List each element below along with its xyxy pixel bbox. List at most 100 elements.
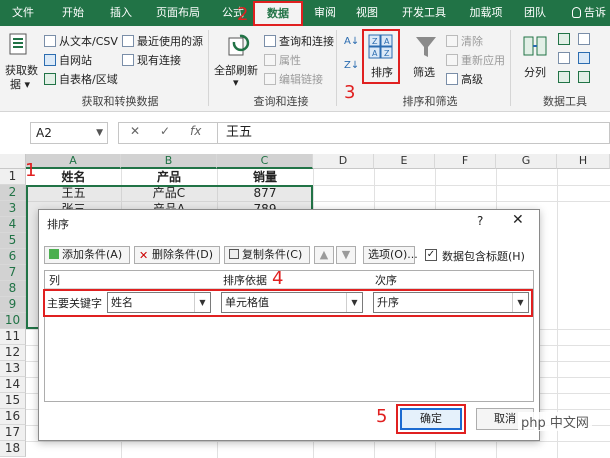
row-header[interactable]: 18 (0, 441, 26, 457)
column-header-c[interactable]: C (217, 154, 313, 169)
row-header[interactable]: 12 (0, 345, 26, 361)
edit-links-button[interactable]: 编辑链接 (264, 71, 323, 87)
has-headers-checkbox[interactable]: ✓ (425, 249, 437, 261)
column-header-a[interactable]: A (26, 154, 121, 169)
tab-data[interactable]: 数据 (253, 1, 303, 26)
row-header[interactable]: 17 (0, 425, 26, 441)
select-all-corner[interactable] (0, 154, 26, 169)
row-header[interactable]: 3 (0, 201, 26, 217)
row-header[interactable]: 11 (0, 329, 26, 345)
row-header[interactable]: 10 (0, 313, 26, 329)
delete-level-button[interactable]: ✕ 删除条件(D) (134, 246, 220, 264)
recent-sources-button[interactable]: 最近使用的源 (122, 33, 203, 49)
row-header[interactable]: 14 (0, 377, 26, 393)
properties-button[interactable]: 属性 (264, 52, 301, 68)
advanced-filter-button[interactable]: 高级 (446, 71, 483, 87)
advanced-filter-icon (446, 73, 458, 85)
tab-team[interactable]: 团队 (518, 0, 552, 26)
manage-data-model-button[interactable] (578, 71, 593, 84)
insert-function-button[interactable]: fx (190, 124, 201, 138)
from-text-button[interactable]: 从文本/CSV (44, 33, 118, 49)
row-header[interactable]: 13 (0, 361, 26, 377)
group-label-data-tools: 数据工具 (543, 95, 587, 108)
tab-file[interactable]: 文件 (6, 0, 40, 26)
get-data-dropdown[interactable]: 据 ▾ (10, 76, 30, 92)
row-header[interactable]: 2 (0, 185, 26, 201)
close-button[interactable]: ✕ (512, 212, 524, 228)
column-header-h[interactable]: H (557, 154, 610, 169)
cell-a3[interactable]: 张三 (26, 201, 121, 209)
column-header-e[interactable]: E (374, 154, 435, 169)
cell-a1[interactable]: 姓名 (26, 169, 121, 185)
row-header[interactable]: 16 (0, 409, 26, 425)
options-button[interactable]: 选项(O)... (363, 246, 418, 264)
globe-icon (44, 54, 56, 66)
tab-developer[interactable]: 开发工具 (394, 0, 454, 26)
data-validation-button[interactable] (558, 71, 573, 84)
consolidate-button[interactable] (578, 33, 593, 46)
reapply-button[interactable]: 重新应用 (446, 52, 505, 68)
connection-icon (122, 54, 134, 66)
move-up-button[interactable]: ▲ (314, 246, 334, 264)
cell-c1[interactable]: 销量 (217, 169, 313, 185)
refresh-all-dropdown[interactable]: ▾ (233, 76, 239, 89)
row-header[interactable]: 6 (0, 249, 26, 265)
get-data-icon (9, 33, 27, 55)
row-header[interactable]: 7 (0, 265, 26, 281)
chevron-down-icon[interactable]: ▼ (96, 123, 103, 143)
clear-filter-button[interactable]: 清除 (446, 33, 483, 49)
row-header[interactable]: 4 (0, 217, 26, 233)
column-header-b[interactable]: B (121, 154, 217, 169)
column-header-d[interactable]: D (313, 154, 374, 169)
tab-home[interactable]: 开始 (56, 0, 90, 26)
move-down-button[interactable]: ▼ (336, 246, 356, 264)
ribbon-separator (510, 30, 511, 106)
column-header-g[interactable]: G (496, 154, 557, 169)
row-header[interactable]: 1 (0, 169, 26, 185)
sort-za-button[interactable]: Z↓ (344, 60, 359, 71)
row-header[interactable]: 15 (0, 393, 26, 409)
help-button[interactable]: ? (477, 214, 483, 228)
row-header[interactable]: 5 (0, 233, 26, 249)
tab-insert[interactable]: 插入 (104, 0, 138, 26)
tell-me-box[interactable]: 告诉 (572, 0, 606, 26)
tab-addins[interactable]: 加载项 (462, 0, 510, 26)
from-table-button[interactable]: 自表格/区域 (44, 71, 118, 87)
existing-connections-button[interactable]: 现有连接 (122, 52, 181, 68)
clock-icon (122, 35, 134, 47)
cell-b1[interactable]: 产品 (121, 169, 217, 185)
filter-button[interactable]: 筛选 (413, 64, 435, 80)
row-header[interactable]: 9 (0, 297, 26, 313)
name-box[interactable]: A2 ▼ (30, 122, 108, 144)
cell-a2[interactable]: 王五 (26, 185, 121, 201)
tab-review[interactable]: 审阅 (308, 0, 342, 26)
cancel-entry-button[interactable]: ✕ (130, 124, 140, 138)
sort-az-button[interactable]: A↓ (344, 36, 359, 47)
tab-page-layout[interactable]: 页面布局 (148, 0, 208, 26)
formula-input[interactable]: 王五 (218, 122, 610, 144)
remove-duplicates-button[interactable] (558, 52, 573, 65)
queries-connections-button[interactable]: 查询和连接 (264, 33, 334, 49)
text-to-columns-button[interactable]: 分列 (524, 64, 546, 80)
cell-b2[interactable]: 产品C (121, 185, 217, 201)
add-level-icon (49, 249, 59, 259)
tab-view[interactable]: 视图 (350, 0, 384, 26)
cell-b3[interactable]: 产品A (121, 201, 217, 209)
cell-c2[interactable]: 877 (217, 185, 313, 201)
text-file-icon (44, 35, 56, 47)
highlight-sort-button (362, 29, 400, 84)
grid-line (26, 441, 610, 442)
copy-level-button[interactable]: 复制条件(C) (224, 246, 310, 264)
row-header[interactable]: 8 (0, 281, 26, 297)
column-header-f[interactable]: F (435, 154, 496, 169)
properties-icon (264, 54, 276, 66)
highlight-sort-level-row (43, 289, 533, 317)
cell-c3[interactable]: 789 (217, 201, 313, 209)
confirm-entry-button[interactable]: ✓ (160, 124, 170, 138)
lightbulb-icon (572, 7, 581, 18)
add-level-button[interactable]: 添加条件(A) (44, 246, 130, 264)
from-web-button[interactable]: 自网站 (44, 52, 92, 68)
flash-fill-button[interactable] (558, 33, 573, 46)
formula-bar: A2 ▼ ✕ ✓ fx 王五 (0, 112, 610, 154)
relationships-button[interactable] (578, 52, 593, 65)
